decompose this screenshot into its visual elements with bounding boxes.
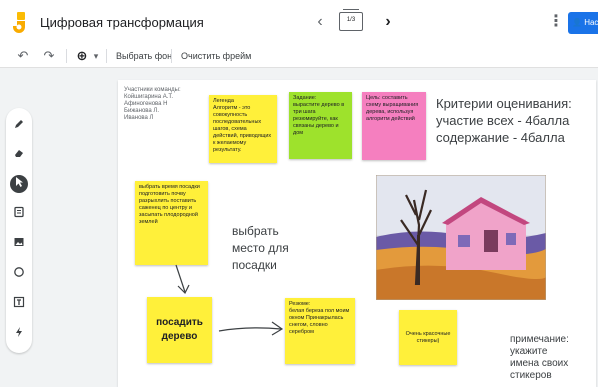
sticky-note-text: Легенда Алгоритм - это совокупность посл… [213,98,272,153]
document-title[interactable]: Цифровая трансформация [40,15,204,30]
sticky-note-plant[interactable]: посадить дерево [147,297,212,363]
next-frame-icon[interactable]: › [381,13,395,31]
team-members-text[interactable]: Участники команды: Койшигарина А.Т. Афин… [124,87,214,122]
toolbar-divider [106,49,107,63]
zoom-dropdown-icon[interactable]: ▾ [92,47,100,65]
sticky-note-text: Цель: составить схему выращивания дерева… [366,95,419,122]
sticky-note-text: выбрать время посадки подготовить почву … [139,184,200,225]
text-box-icon[interactable] [10,295,28,313]
remark-text[interactable]: примечание: укажите имена своих стикеров [510,334,590,382]
sticky-note-text: посадить дерево [156,317,203,342]
tools-panel [6,108,32,353]
laser-icon[interactable] [10,325,28,343]
more-options-icon[interactable]: ⋮ [548,13,564,31]
toolbar-divider [171,49,172,63]
select-pointer-icon[interactable] [10,175,28,193]
criteria-text[interactable]: Критерии оценивания: участие всех - 4бал… [436,95,596,146]
previous-frame-icon[interactable]: ‹ [313,13,327,31]
circle-shape-icon[interactable] [10,265,28,283]
share-button[interactable]: 👤 Настройки доступа [568,12,598,34]
zoom-icon[interactable]: ⊕ [75,47,89,65]
sticky-note-text: Резюме: белая береза пол моим окном Прин… [289,301,350,335]
share-label: Настройки доступа [584,18,598,27]
sticky-note-legend[interactable]: Легенда Алгоритм - это совокупность посл… [209,95,277,163]
frame-indicator: 1/3 [346,17,356,23]
sticky-note-text: Задание: вырастите дерево в три шага рез… [293,95,345,136]
eraser-icon[interactable] [10,146,28,164]
sticky-note-task[interactable]: Задание: вырастите дерево в три шага рез… [289,92,352,159]
sticky-note-stickers[interactable]: Очень красочные стикеры) [399,310,457,365]
clear-frame-button[interactable]: Очистить фрейм [181,49,251,63]
jamboard-logo-icon [13,12,25,33]
toolbar-divider [66,49,67,63]
jam-frame-canvas[interactable]: Участники команды: Койшигарина А.Т. Афин… [118,80,596,387]
top-bar: Цифровая трансформация ‹ 1/3 › ⋮ 👤 Настр… [0,0,598,44]
sticky-note-icon[interactable] [10,205,28,223]
redo-icon[interactable]: ↷ [42,47,56,65]
pen-icon[interactable] [10,117,28,135]
toolbar: ↶ ↷ ⊕ ▾ Выбрать фон Очистить фрейм [0,44,598,68]
choose-location-text[interactable]: выбрать место для посадки [232,223,317,274]
sticky-note-choose-time[interactable]: выбрать время посадки подготовить почву … [135,181,208,265]
house-tree-painting[interactable] [376,175,546,300]
sticky-note-summary[interactable]: Резюме: белая береза пол моим окном Прин… [285,298,355,364]
set-background-button[interactable]: Выбрать фон [116,49,172,63]
share-person-icon: 👤 [572,18,582,27]
image-icon[interactable] [10,235,28,253]
sticky-note-goal[interactable]: Цель: составить схему выращивания дерева… [362,92,426,160]
frame-bar-button[interactable]: 1/3 [339,9,363,31]
undo-icon[interactable]: ↶ [16,47,30,65]
sticky-note-text: Очень красочные стикеры) [405,330,451,344]
